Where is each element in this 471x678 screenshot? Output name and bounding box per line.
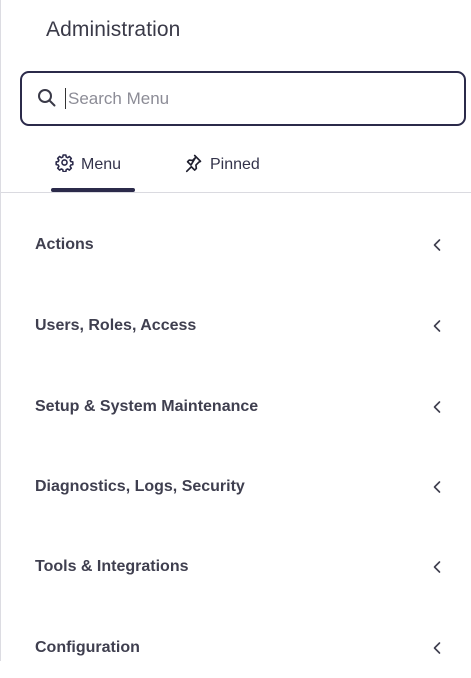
menu-item-configuration[interactable]: Configuration — [1, 618, 471, 678]
search-input[interactable] — [66, 84, 450, 114]
search-box[interactable] — [20, 71, 466, 126]
tab-pinned-label: Pinned — [210, 156, 260, 173]
admin-menu-panel: Administration Menu — [0, 0, 471, 661]
menu-item-label: Actions — [35, 236, 94, 253]
menu-item-tools-integrations[interactable]: Tools & Integrations — [1, 537, 471, 597]
tab-menu[interactable]: Menu — [55, 140, 121, 190]
menu-item-label: Users, Roles, Access — [35, 317, 197, 334]
menu-item-label: Diagnostics, Logs, Security — [35, 478, 245, 495]
menu-item-users-roles-access[interactable]: Users, Roles, Access — [1, 296, 471, 356]
chevron-left-icon — [431, 560, 443, 574]
pin-icon — [183, 153, 203, 178]
menu-item-actions[interactable]: Actions — [1, 215, 471, 275]
gear-icon — [55, 153, 74, 177]
menu-item-diagnostics-logs-security[interactable]: Diagnostics, Logs, Security — [1, 457, 471, 517]
text-caret — [65, 88, 66, 109]
active-tab-indicator — [51, 188, 135, 192]
chevron-left-icon — [431, 480, 443, 494]
menu-item-label: Tools & Integrations — [35, 558, 189, 575]
chevron-left-icon — [431, 319, 443, 333]
tab-menu-label: Menu — [81, 156, 122, 173]
search-icon — [37, 88, 57, 108]
menu-item-label: Setup & System Maintenance — [35, 398, 259, 415]
tab-bar: Menu Pinned — [1, 142, 471, 193]
menu-item-setup-system-maintenance[interactable]: Setup & System Maintenance — [1, 377, 471, 437]
chevron-left-icon — [431, 400, 443, 414]
chevron-left-icon — [431, 641, 443, 655]
menu-item-label: Configuration — [35, 639, 140, 656]
chevron-left-icon — [431, 238, 443, 252]
panel-title: Administration — [46, 18, 181, 41]
tab-pinned[interactable]: Pinned — [183, 140, 260, 190]
